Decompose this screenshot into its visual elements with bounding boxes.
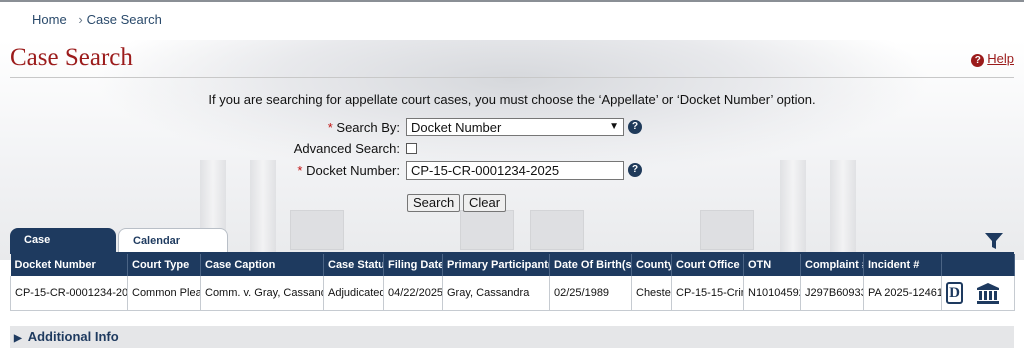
search-by-label: * Search By: xyxy=(327,120,400,135)
question-icon[interactable]: ? xyxy=(628,163,642,177)
expand-triangle-icon: ▶ xyxy=(14,333,22,344)
help-label: Help xyxy=(987,51,1014,66)
column-header[interactable]: Docket Number xyxy=(10,254,128,276)
additional-info-label: Additional Info xyxy=(27,329,119,344)
column-header[interactable]: Primary Participant(s) xyxy=(442,254,550,276)
cell-incident-number: PA 2025-124612 xyxy=(863,276,942,311)
cell-actions: D xyxy=(941,276,1015,311)
advanced-search-checkbox[interactable] xyxy=(406,143,417,154)
breadcrumb-separator: › xyxy=(78,12,83,27)
top-border xyxy=(0,0,1024,2)
cell-docket-number: CP-15-CR-0001234-2025 xyxy=(10,276,128,311)
breadcrumb: Home › Case Search xyxy=(32,12,170,27)
search-by-select[interactable]: Docket Number ▼ xyxy=(406,118,624,136)
column-header[interactable]: Case Status xyxy=(323,254,384,276)
column-header[interactable]: Complaint # xyxy=(800,254,864,276)
column-header[interactable]: County xyxy=(631,254,672,276)
cell-court-type: Common Pleas xyxy=(127,276,201,311)
cell-county: Chester xyxy=(631,276,672,311)
cell-otn: N10104592 xyxy=(743,276,801,311)
column-header[interactable]: Date Of Birth(s) xyxy=(549,254,632,276)
additional-info-toggle[interactable]: ▶ Additional Info xyxy=(10,326,1014,348)
table-header-row: Docket Number Court Type Case Caption Ca… xyxy=(10,254,1015,276)
clear-button[interactable]: Clear xyxy=(463,194,507,212)
column-header[interactable]: Case Caption xyxy=(200,254,324,276)
chevron-down-icon: ▼ xyxy=(609,121,619,132)
docket-sheet-icon[interactable]: D xyxy=(946,281,963,304)
question-icon: ? xyxy=(971,54,985,67)
column-header[interactable]: Court Office xyxy=(671,254,744,276)
search-by-value: Docket Number xyxy=(411,120,502,135)
advanced-search-label: Advanced Search: xyxy=(293,141,400,156)
filter-icon[interactable] xyxy=(984,232,1004,250)
cell-date-of-birth: 02/25/1989 xyxy=(549,276,632,311)
cell-filing-date: 04/22/2025 xyxy=(383,276,443,311)
question-icon[interactable]: ? xyxy=(628,120,642,134)
results-table: Docket Number Court Type Case Caption Ca… xyxy=(10,254,1015,311)
cell-case-caption: Comm. v. Gray, Cassandra xyxy=(200,276,324,311)
tab-case-information[interactable]: Case Information xyxy=(10,228,116,270)
title-divider xyxy=(10,77,1014,78)
advanced-search-row: Advanced Search: xyxy=(0,139,1024,159)
cell-case-status: Adjudicated xyxy=(323,276,384,311)
column-header[interactable]: Court Type xyxy=(127,254,201,276)
docket-number-label: * Docket Number: xyxy=(297,163,400,178)
column-header[interactable]: Filing Date xyxy=(383,254,443,276)
cell-complaint-number: J297B60933 xyxy=(800,276,864,311)
breadcrumb-current: Case Search xyxy=(86,12,162,27)
column-header[interactable]: OTN xyxy=(743,254,801,276)
docket-number-input[interactable]: CP-15-CR-0001234-2025 xyxy=(406,161,624,180)
search-button[interactable]: Search xyxy=(407,194,461,212)
breadcrumb-home[interactable]: Home xyxy=(32,12,67,27)
courthouse-icon[interactable] xyxy=(976,282,1000,304)
page-title: Case Search xyxy=(10,44,133,71)
search-by-row: * Search By: Docket Number ▼ ? xyxy=(0,118,1024,138)
column-header[interactable]: Incident # xyxy=(863,254,942,276)
help-link[interactable]: ? Help xyxy=(971,51,1014,67)
table-row: CP-15-CR-0001234-2025 Common Pleas Comm.… xyxy=(10,276,1015,311)
appellate-notice: If you are searching for appellate court… xyxy=(208,92,816,107)
column-header-actions xyxy=(941,254,1015,276)
cell-court-office: CP-15-15-Crim xyxy=(671,276,744,311)
cell-primary-participant: Gray, Cassandra xyxy=(442,276,550,311)
tab-calendar-events[interactable]: Calendar Events xyxy=(118,228,228,271)
docket-number-row: * Docket Number: CP-15-CR-0001234-2025 ? xyxy=(0,161,1024,181)
